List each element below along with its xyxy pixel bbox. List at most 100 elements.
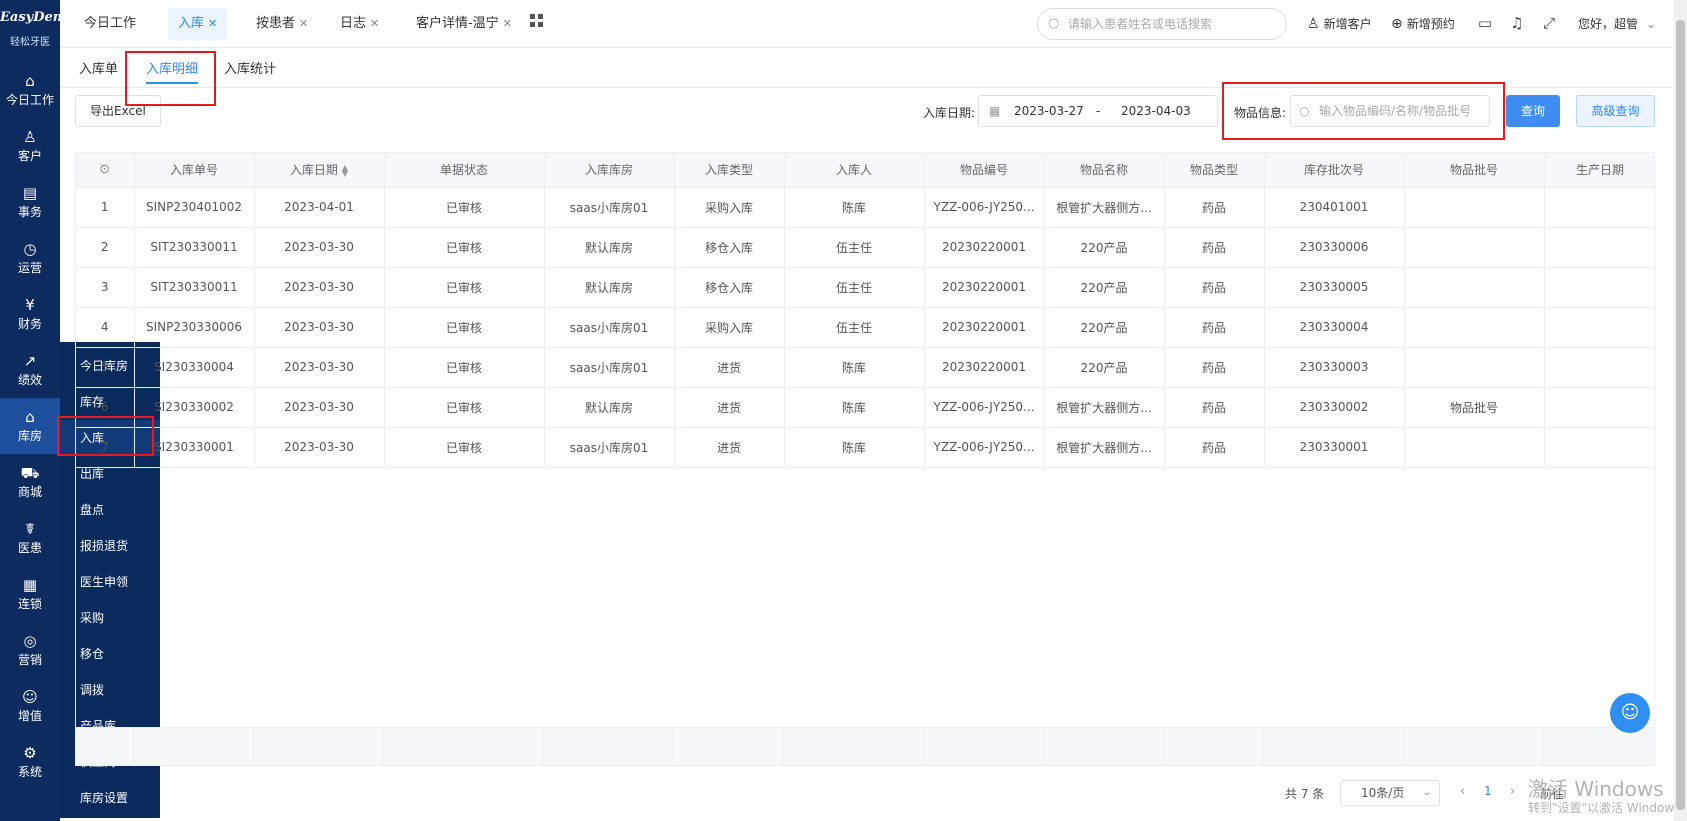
date-range-picker[interactable]: ▦ 2023-03-27 - 2023-04-03	[978, 95, 1218, 127]
nav-item[interactable]: ◎ 营销	[0, 622, 60, 678]
item-info-input[interactable]	[1319, 102, 1484, 120]
nav-item[interactable]: ¥ 财务	[0, 286, 60, 342]
new-customer-button[interactable]: ♙ 新增客户	[1307, 14, 1372, 34]
export-excel-button[interactable]: 导出Excel	[75, 95, 161, 127]
table-cell: 药品	[1164, 427, 1265, 468]
message-icon[interactable]: ▭	[1475, 13, 1495, 33]
sort-icon[interactable]: ▲ ▼	[342, 163, 348, 177]
page-size-select[interactable]: 10条/页 ⌄	[1340, 780, 1440, 806]
settings-icon[interactable]: ⊙	[99, 162, 110, 177]
col-header: 入库人	[784, 153, 925, 188]
table-cell: 陈库	[784, 347, 925, 388]
logo[interactable]: EasyDent 轻松牙医	[0, 0, 60, 52]
page-number[interactable]: 1	[1484, 784, 1492, 798]
vertical-scrollbar[interactable]	[1674, 0, 1687, 821]
date-separator: -	[1096, 104, 1101, 118]
close-icon[interactable]: ✕	[370, 17, 379, 30]
table-row[interactable]: 2 SIT230330011 2023-03-30 已审核 默认库房 移仓入库 伍主任 202…	[76, 227, 1654, 268]
table-cell: 2023-03-30	[254, 267, 385, 308]
watermark-title: 激活 Windows	[1528, 777, 1664, 801]
warehouse-icon: ⌂	[25, 408, 35, 426]
tab-by-patient[interactable]: 按患者 ✕	[246, 8, 318, 40]
table-cell	[1544, 347, 1654, 388]
table-row[interactable]: 1 SINP230401002 2023-04-01 已审核 saas小库房01 采购入库…	[76, 187, 1654, 228]
date-end[interactable]: 2023-04-03	[1121, 104, 1191, 118]
table-row[interactable]: 4 SINP230330006 2023-03-30 已审核 saas小库房01 采购入库…	[76, 307, 1654, 348]
col-header-sortable[interactable]: 入库日期 ▲ ▼	[254, 153, 385, 188]
nav-item[interactable]: ☤ 医患	[0, 510, 60, 566]
table-cell: 已审核	[384, 227, 545, 268]
apps-grid-icon[interactable]	[530, 14, 544, 28]
bell-icon[interactable]: ♫	[1507, 13, 1527, 33]
table-cell: 230330004	[1264, 307, 1405, 348]
table-cell: 伍主任	[784, 227, 925, 268]
subtab-stock-in-stats[interactable]: 入库统计	[224, 58, 276, 84]
subtab-label: 入库明细	[146, 62, 199, 77]
nav-item[interactable]: ♙ 客户	[0, 118, 60, 174]
scrollbar-thumb[interactable]	[1676, 20, 1685, 810]
nav-item[interactable]: ⚙ 系统	[0, 734, 60, 790]
nav-item[interactable]: ↗ 绩效	[0, 342, 60, 398]
nav-item[interactable]: ▦ 连锁	[0, 566, 60, 622]
close-icon[interactable]: ✕	[208, 17, 217, 30]
table-row[interactable]: 3 SIT230330011 2023-03-30 已审核 默认库房 移仓入库 伍主任 202…	[76, 267, 1654, 308]
nav-item[interactable]: ◷ 运营	[0, 230, 60, 286]
patient-search-input[interactable]	[1068, 14, 1278, 34]
summary-row	[76, 727, 1654, 765]
subtab-stock-in-orders[interactable]: 入库单	[79, 58, 118, 84]
table-cell: 230330002	[1264, 387, 1405, 428]
tab-log[interactable]: 日志 ✕	[330, 8, 389, 40]
table-cell: 220产品	[1044, 347, 1165, 388]
table-cell	[1404, 187, 1545, 228]
tab-label: 今日工作	[84, 16, 137, 31]
nav-item-label: 营销	[17, 653, 42, 667]
nav-item-label: 医患	[17, 541, 42, 555]
tab-label: 按患者	[256, 16, 296, 31]
table-cell	[1544, 387, 1654, 428]
prev-page-button[interactable]: ‹	[1460, 784, 1465, 799]
summary-cell	[1164, 728, 1264, 765]
patient-search[interactable]: ○	[1037, 8, 1287, 40]
table-cell: saas小库房01	[544, 187, 675, 228]
tooth-help-icon[interactable]: ☺	[1610, 693, 1650, 733]
logo-text: EasyDent	[0, 10, 60, 25]
next-page-button[interactable]: ›	[1510, 784, 1515, 799]
table-cell: 根管扩大器侧方...	[1044, 427, 1165, 468]
nav-item[interactable]: ☺ 增值	[0, 678, 60, 734]
nav-item-label: 运营	[17, 261, 42, 275]
doctor-icon: ☤	[24, 520, 36, 538]
table-row[interactable]: 7 SI230330001 2023-03-30 已审核 saas小库房01 进货 陈库 YZ…	[76, 427, 1654, 468]
date-start[interactable]: 2023-03-27	[1014, 104, 1084, 118]
nav-item[interactable]: ⌂ 库房	[0, 398, 60, 454]
close-icon[interactable]: ✕	[503, 17, 512, 30]
table-cell: 220产品	[1044, 267, 1165, 308]
table-cell: saas小库房01	[544, 427, 675, 468]
table-row[interactable]: 6 SI230330002 2023-03-30 已审核 默认库房 进货 陈库 YZZ-006…	[76, 387, 1654, 428]
table-row[interactable]: 5 SI230330004 2023-03-30 已审核 saas小库房01 进货 陈库 20…	[76, 347, 1654, 388]
subtab-stock-in-details[interactable]: 入库明细	[146, 58, 199, 84]
submenu-item[interactable]: 库房设置	[60, 780, 160, 816]
user-menu[interactable]: 您好，超管 ⌄	[1578, 14, 1656, 34]
column-settings-header[interactable]: ⊙	[76, 153, 135, 188]
advanced-query-button[interactable]: 高级查询	[1576, 95, 1655, 127]
nav-item[interactable]: ⌂ 今日工作	[0, 62, 60, 118]
search-icon: ○	[1299, 104, 1310, 118]
query-button[interactable]: 查询	[1506, 95, 1560, 127]
table-cell: 进货	[674, 427, 785, 468]
item-info-field[interactable]: ○	[1290, 95, 1490, 127]
nav-item[interactable]: ▤ 事务	[0, 174, 60, 230]
tab-customer-detail[interactable]: 客户详情-温宁 ✕	[406, 8, 522, 40]
table-cell: 20230220001	[924, 267, 1045, 308]
tab-today-work[interactable]: 今日工作	[74, 8, 146, 40]
table-cell: SI230330002	[134, 387, 255, 428]
nav-item[interactable]: ⛟ 商城	[0, 454, 60, 510]
home-icon: ⌂	[25, 72, 35, 90]
table-cell: 已审核	[384, 427, 545, 468]
new-appointment-button[interactable]: ⊕ 新增预约	[1391, 14, 1455, 34]
nav-item-label: 绩效	[17, 373, 42, 387]
table-cell: SIT230330011	[134, 227, 255, 268]
tab-stock-in[interactable]: 入库 ✕	[168, 8, 228, 40]
close-icon[interactable]: ✕	[299, 17, 308, 30]
new-customer-label: 新增客户	[1323, 17, 1372, 31]
fullscreen-icon[interactable]: ⤢	[1539, 13, 1559, 33]
